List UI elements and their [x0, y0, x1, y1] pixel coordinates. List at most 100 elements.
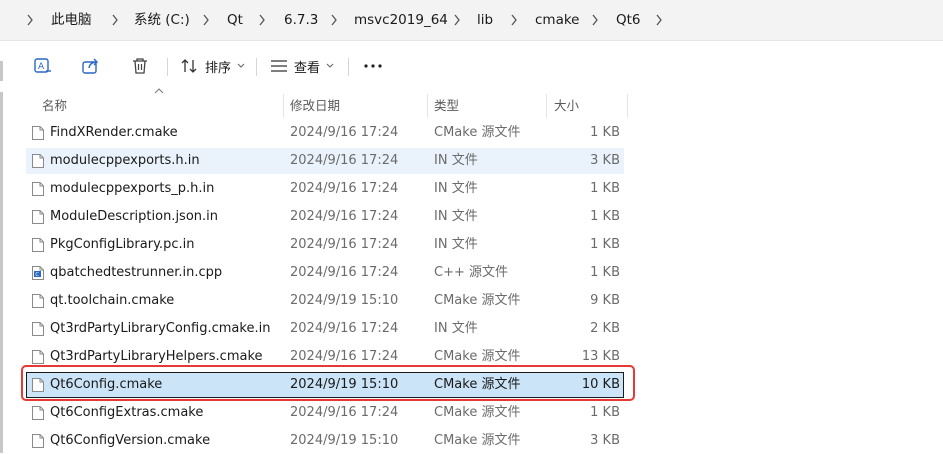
file-icon	[31, 209, 45, 225]
file-row[interactable]: qt.toolchain.cmake 2024/9/19 15:10 CMake 源…	[26, 288, 624, 314]
file-icon	[31, 405, 45, 421]
file-type: IN 文件	[434, 321, 478, 336]
column-divider[interactable]	[546, 94, 547, 118]
file-name: Qt3rdPartyLibraryConfig.cmake.in	[50, 321, 271, 336]
column-header-date[interactable]: 修改日期	[290, 94, 340, 118]
file-date: 2024/9/19 15:10	[290, 377, 399, 392]
column-header-type[interactable]: 类型	[434, 94, 459, 118]
file-size: 2 KB	[590, 321, 620, 336]
file-type: CMake 源文件	[434, 405, 521, 420]
window-edge	[0, 92, 3, 453]
file-size: 9 KB	[590, 293, 620, 308]
sort-button[interactable]: 排序	[181, 54, 245, 78]
file-icon	[31, 237, 45, 253]
chevron-right-icon[interactable]	[258, 0, 266, 40]
chevron-right-icon[interactable]	[510, 0, 518, 40]
file-row[interactable]: Qt6Config.cmake 2024/9/19 15:10 CMake 源文件 1…	[26, 372, 624, 398]
file-name: modulecppexports.h.in	[50, 153, 200, 168]
file-row[interactable]: Qt6ConfigVersion.cmake 2024/9/19 15:10 CMa…	[26, 428, 624, 454]
file-icon	[31, 433, 45, 449]
chevron-right-icon[interactable]	[330, 0, 338, 40]
file-name: FindXRender.cmake	[50, 125, 178, 140]
chevron-right-icon[interactable]	[26, 0, 34, 40]
file-type: C++ 源文件	[434, 265, 508, 280]
breadcrumb-item-version[interactable]: 6.7.3	[284, 0, 318, 40]
file-size: 1 KB	[590, 125, 620, 140]
file-icon	[31, 181, 45, 197]
column-divider[interactable]	[427, 94, 428, 118]
file-row[interactable]: Qt6ConfigExtras.cmake 2024/9/16 17:24 CMak…	[26, 400, 624, 426]
file-type: CMake 源文件	[434, 377, 521, 392]
toolbar-divider	[348, 58, 349, 76]
chevron-right-icon[interactable]	[111, 0, 119, 40]
breadcrumb-item-msvc[interactable]: msvc2019_64	[354, 0, 448, 40]
file-date: 2024/9/19 15:10	[290, 433, 399, 448]
file-size: 1 KB	[590, 209, 620, 224]
rename-icon[interactable]: A	[31, 54, 55, 78]
file-type: CMake 源文件	[434, 125, 521, 140]
file-name: Qt6ConfigExtras.cmake	[50, 405, 204, 420]
file-date: 2024/9/16 17:24	[290, 181, 399, 196]
share-icon[interactable]	[79, 54, 103, 78]
column-divider[interactable]	[627, 94, 628, 118]
file-name: qt.toolchain.cmake	[50, 293, 175, 308]
file-icon	[31, 349, 45, 365]
svg-text:C: C	[35, 272, 39, 278]
file-type: IN 文件	[434, 181, 478, 196]
chevron-down-icon	[237, 63, 245, 68]
file-row[interactable]: ModuleDescription.json.in 2024/9/16 17:24…	[26, 204, 624, 230]
file-type: CMake 源文件	[434, 433, 521, 448]
file-row[interactable]: Cqbatchedtestrunner.in.cpp 2024/9/16 17:2…	[26, 260, 624, 286]
file-icon	[31, 321, 45, 337]
file-name: qbatchedtestrunner.in.cpp	[50, 265, 223, 280]
file-date: 2024/9/16 17:24	[290, 125, 399, 140]
more-options-icon[interactable]	[361, 54, 385, 78]
breadcrumb-item-lib[interactable]: lib	[477, 0, 493, 40]
file-size: 1 KB	[590, 265, 620, 280]
view-button[interactable]: 查看	[270, 54, 334, 78]
file-name: PkgConfigLibrary.pc.in	[50, 237, 195, 252]
file-name: ModuleDescription.json.in	[50, 209, 219, 224]
file-row[interactable]: FindXRender.cmake 2024/9/16 17:24 CMake 源文…	[26, 120, 624, 146]
cpp-file-icon: C	[31, 265, 45, 281]
file-row[interactable]: PkgConfigLibrary.pc.in 2024/9/16 17:24 IN …	[26, 232, 624, 258]
chevron-right-icon[interactable]	[202, 0, 210, 40]
file-date: 2024/9/16 17:24	[290, 349, 399, 364]
file-size: 1 KB	[590, 405, 620, 420]
column-header-name[interactable]: 名称	[42, 94, 67, 118]
file-row[interactable]: Qt3rdPartyLibraryHelpers.cmake 2024/9/16 …	[26, 344, 624, 370]
chevron-right-icon[interactable]	[655, 0, 663, 40]
breadcrumb-item-drive-c[interactable]: 系统 (C:)	[134, 0, 190, 40]
file-date: 2024/9/16 17:24	[290, 209, 399, 224]
file-icon	[31, 153, 45, 169]
address-bar[interactable]: 此电脑 系统 (C:) Qt 6.7.3 msvc2019_64 lib cma…	[0, 0, 943, 41]
file-name: Qt3rdPartyLibraryHelpers.cmake	[50, 349, 263, 364]
breadcrumb-item-cmake[interactable]: cmake	[535, 0, 580, 40]
file-type: CMake 源文件	[434, 293, 521, 308]
breadcrumb-item-qt6[interactable]: Qt6	[616, 0, 641, 40]
file-row[interactable]: Qt3rdPartyLibraryConfig.cmake.in 2024/9/1…	[26, 316, 624, 342]
view-label: 查看	[294, 60, 321, 76]
column-header-size[interactable]: 大小	[554, 94, 579, 118]
breadcrumb-item-qt[interactable]: Qt	[227, 0, 243, 40]
window-edge	[0, 61, 3, 81]
trash-icon[interactable]	[128, 54, 152, 78]
sort-icon	[181, 59, 197, 73]
column-divider[interactable]	[283, 94, 284, 118]
file-size: 1 KB	[590, 237, 620, 252]
file-icon	[31, 377, 45, 393]
file-size: 1 KB	[590, 181, 620, 196]
chevron-right-icon[interactable]	[591, 0, 599, 40]
file-size: 10 KB	[581, 377, 620, 392]
file-row[interactable]: modulecppexports_p.h.in 2024/9/16 17:24 IN…	[26, 176, 624, 202]
file-size: 13 KB	[581, 349, 620, 364]
chevron-right-icon[interactable]	[453, 0, 461, 40]
breadcrumb-item-this-pc[interactable]: 此电脑	[51, 0, 92, 40]
file-type: IN 文件	[434, 237, 478, 252]
file-row[interactable]: modulecppexports.h.in 2024/9/16 17:24 IN 文…	[26, 148, 624, 174]
file-name: Qt6ConfigVersion.cmake	[50, 433, 211, 448]
file-size: 3 KB	[590, 433, 620, 448]
file-name: Qt6Config.cmake	[50, 377, 163, 392]
file-name: modulecppexports_p.h.in	[50, 181, 215, 196]
file-size: 3 KB	[590, 153, 620, 168]
